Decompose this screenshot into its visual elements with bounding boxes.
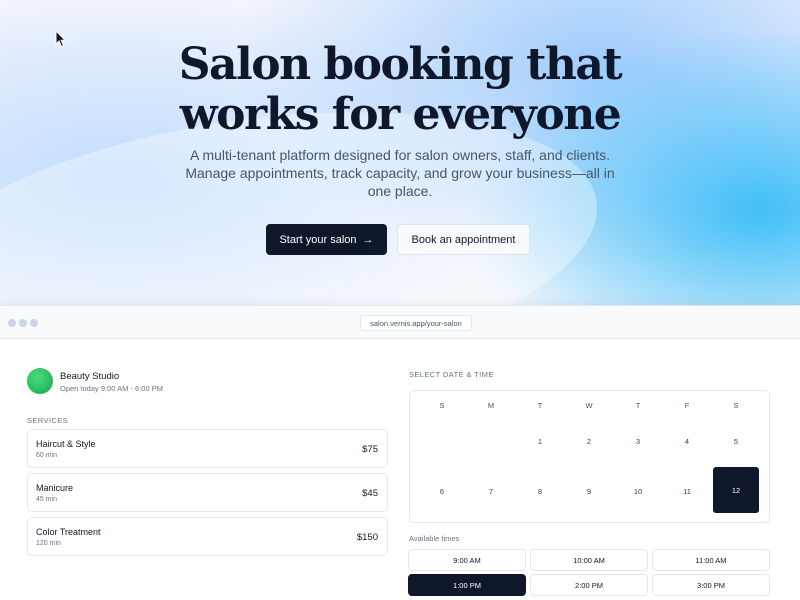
service-duration: 45 min xyxy=(36,496,58,503)
start-your-salon-button[interactable]: Start your salon → xyxy=(266,224,387,255)
window-dot-icon xyxy=(19,319,27,327)
calendar-day[interactable]: 6 xyxy=(419,487,465,496)
browser-preview-window: salon.vernis.app/your-salon Beauty Studi… xyxy=(0,305,800,600)
weekday-label: S xyxy=(733,401,739,410)
weekday-label: W xyxy=(585,401,593,410)
calendar-day[interactable]: 9 xyxy=(566,487,612,496)
service-card-manicure[interactable]: Manicure 45 min $45 xyxy=(27,473,388,512)
studio-avatar xyxy=(27,368,53,394)
weekday-label: T xyxy=(635,401,641,410)
calendar-day[interactable]: 3 xyxy=(615,437,661,446)
service-price: $45 xyxy=(362,488,378,499)
service-duration: 120 min xyxy=(36,540,61,547)
address-bar[interactable]: salon.vernis.app/your-salon xyxy=(360,315,472,331)
service-duration: 60 min xyxy=(36,452,58,459)
service-price: $150 xyxy=(356,532,378,543)
service-card-color-treatment[interactable]: Color Treatment 120 min $150 xyxy=(27,517,388,556)
time-slot-button[interactable]: 10:00 AM xyxy=(530,549,648,571)
book-appointment-label: Book an appointment xyxy=(411,233,516,246)
service-price: $75 xyxy=(362,444,378,455)
time-slot-button[interactable]: 3:00 PM xyxy=(652,574,770,596)
calendar-day[interactable]: 11 xyxy=(664,487,710,496)
hero-title: Salon booking that works for everyone xyxy=(0,40,800,140)
browser-toolbar: salon.vernis.app/your-salon xyxy=(0,306,800,339)
calendar-day[interactable]: 10 xyxy=(615,487,661,496)
hero-subtitle: A multi-tenant platform designed for sal… xyxy=(185,147,615,199)
hero-title-line1: Salon booking that xyxy=(178,39,623,90)
time-slot-button[interactable]: 11:00 AM xyxy=(652,549,770,571)
available-times-label: Available times xyxy=(409,534,460,543)
calendar: S M T W T F S 1 2 3 4 5 6 7 8 9 10 11 12 xyxy=(409,390,770,523)
weekday-label: T xyxy=(537,401,543,410)
start-your-salon-label: Start your salon xyxy=(279,233,357,246)
service-name: Color Treatment xyxy=(36,527,101,537)
weekday-label: M xyxy=(487,401,495,410)
address-bar-url: salon.vernis.app/your-salon xyxy=(370,318,462,328)
calendar-day[interactable]: 1 xyxy=(517,437,563,446)
service-name: Manicure xyxy=(36,483,74,493)
window-dot-icon xyxy=(8,319,16,327)
select-date-time-label: SELECT DATE & TIME xyxy=(409,370,494,379)
studio-hours: Open today 9:00 AM - 6:00 PM xyxy=(60,384,163,393)
calendar-day[interactable]: 2 xyxy=(566,437,612,446)
service-name: Haircut & Style xyxy=(36,439,96,449)
time-slot-button[interactable]: 2:00 PM xyxy=(530,574,648,596)
calendar-day[interactable]: 7 xyxy=(468,487,514,496)
services-label: SERVICES xyxy=(27,416,68,425)
weekday-label: F xyxy=(684,401,690,410)
window-dot-icon xyxy=(30,319,38,327)
hero-title-line2: works for everyone xyxy=(179,89,622,140)
arrow-right-icon: → xyxy=(362,233,374,246)
studio-name: Beauty Studio xyxy=(60,371,120,382)
service-card-haircut[interactable]: Haircut & Style 60 min $75 xyxy=(27,429,388,468)
calendar-day-selected[interactable]: 12 xyxy=(713,467,759,513)
calendar-day[interactable]: 8 xyxy=(517,487,563,496)
time-slot-button-selected[interactable]: 1:00 PM xyxy=(408,574,526,596)
calendar-day[interactable]: 5 xyxy=(713,437,759,446)
time-slot-button[interactable]: 9:00 AM xyxy=(408,549,526,571)
weekday-label: S xyxy=(439,401,445,410)
book-appointment-button[interactable]: Book an appointment xyxy=(397,224,530,255)
calendar-day[interactable]: 4 xyxy=(664,437,710,446)
